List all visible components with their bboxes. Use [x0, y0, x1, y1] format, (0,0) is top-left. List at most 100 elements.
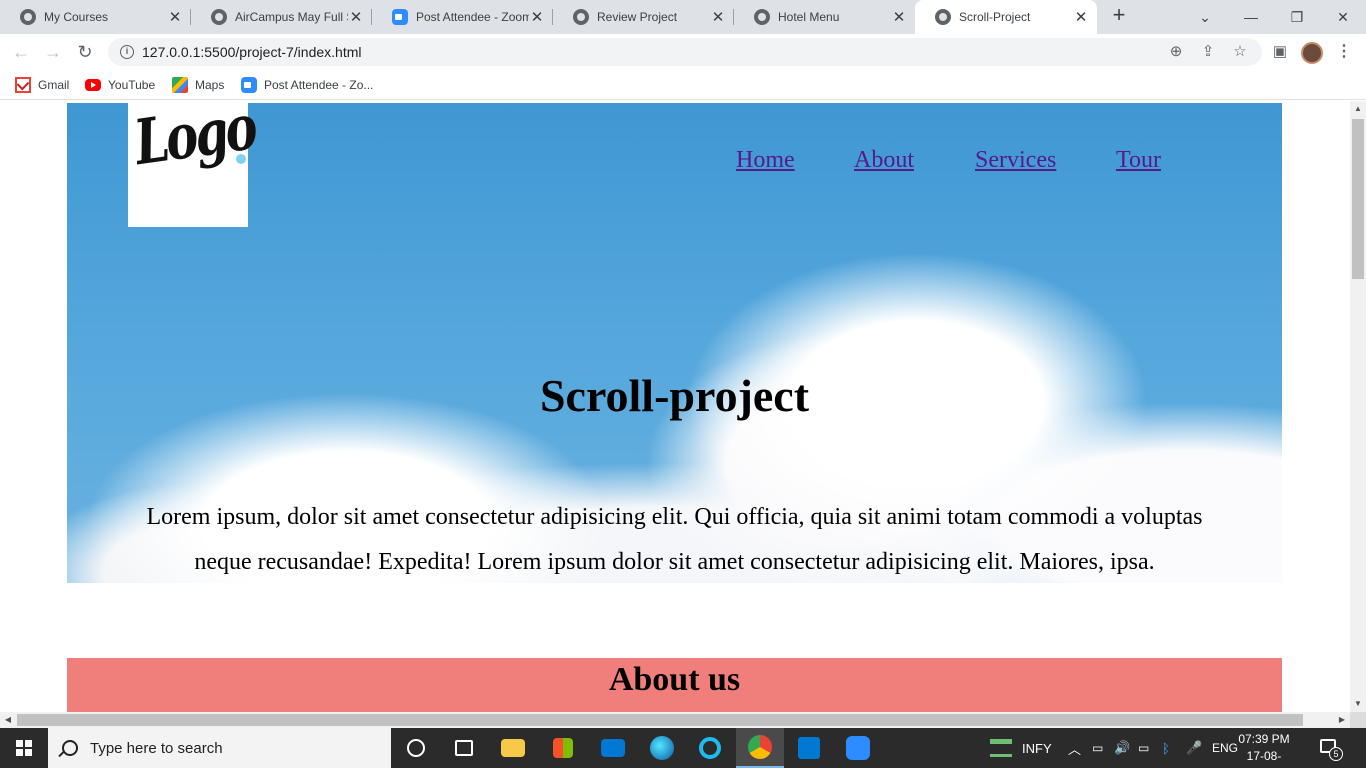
scroll-up-arrow-icon[interactable]: ▲ [1350, 101, 1366, 117]
edge-icon[interactable] [638, 728, 686, 768]
windows-logo-icon [16, 740, 32, 756]
close-icon[interactable]: ✕ [1073, 8, 1089, 26]
meet-now-icon[interactable]: ▭ [1092, 728, 1103, 768]
notification-center-icon[interactable]: 5 [1318, 736, 1343, 761]
taskbar-search-box[interactable]: Type here to search [48, 728, 391, 768]
close-icon[interactable]: ✕ [891, 8, 907, 26]
horizontal-scrollbar[interactable]: ◀ ▶ [0, 712, 1350, 728]
back-button[interactable]: ← [9, 40, 33, 64]
zoom-icon [241, 77, 257, 93]
bookmark-label: Post Attendee - Zo... [264, 78, 374, 92]
tab-strip: My Courses ✕ AirCampus May Full St ✕ Pos… [0, 0, 1366, 34]
tab-search-icon[interactable]: ⌄ [1182, 0, 1228, 34]
scroll-right-arrow-icon[interactable]: ▶ [1334, 712, 1350, 728]
chrome-icon[interactable] [736, 728, 784, 768]
bookmark-youtube[interactable]: YouTube [85, 76, 155, 94]
bookmark-post-attendee-zoom[interactable]: Post Attendee - Zo... [241, 76, 373, 94]
globe-icon [20, 9, 36, 25]
store-icon[interactable] [539, 728, 587, 768]
forward-button[interactable]: → [41, 40, 65, 64]
address-bar[interactable]: i 127.0.0.1:5500/project-7/index.html [108, 38, 1262, 66]
maps-icon [172, 77, 188, 93]
search-placeholder: Type here to search [90, 739, 223, 757]
new-tab-button[interactable]: + [1108, 4, 1130, 27]
bookmark-maps[interactable]: Maps [172, 76, 224, 94]
close-icon[interactable]: ✕ [167, 8, 183, 26]
about-section: About us [67, 658, 1282, 712]
tab-review-project[interactable]: Review Project ✕ [553, 0, 734, 34]
mail-icon[interactable] [589, 728, 637, 768]
close-icon[interactable]: ✕ [348, 8, 364, 26]
nav-link-services[interactable]: Services [975, 147, 1056, 174]
close-icon[interactable]: ✕ [710, 8, 726, 26]
start-button[interactable] [0, 728, 48, 768]
globe-icon [935, 9, 951, 25]
clock-date: 17-08-2022 [1246, 749, 1282, 780]
tab-aircampus[interactable]: AirCampus May Full St ✕ [191, 0, 372, 34]
nav-link-tour[interactable]: Tour [1116, 147, 1161, 174]
bookmark-label: Maps [195, 78, 225, 92]
hero-title: Scroll-project [539, 370, 810, 421]
file-explorer-icon[interactable] [489, 728, 537, 768]
volume-icon[interactable]: 🔊 [1114, 728, 1130, 768]
scroll-left-arrow-icon[interactable]: ◀ [0, 712, 16, 728]
tab-title: Scroll-Project [959, 10, 1031, 24]
bookmark-label: Gmail [38, 78, 70, 92]
youtube-icon [85, 79, 101, 91]
minimize-button[interactable]: — [1228, 0, 1274, 34]
tab-post-attendee-zoom[interactable]: Post Attendee - Zoom ✕ [372, 0, 553, 34]
nav-link-about[interactable]: About [854, 147, 914, 174]
horizontal-scroll-thumb[interactable] [17, 714, 1303, 726]
logo-dot [236, 154, 246, 164]
side-panel-icon[interactable]: ▣ [1270, 42, 1290, 62]
search-icon [62, 740, 78, 756]
tab-title: My Courses [44, 10, 109, 24]
vscode-icon[interactable] [785, 728, 833, 768]
reload-button[interactable]: ↻ [73, 40, 97, 64]
nav-link-home[interactable]: Home [736, 147, 795, 174]
gmail-icon [15, 77, 31, 93]
close-window-button[interactable]: ✕ [1320, 0, 1366, 34]
profile-avatar[interactable] [1301, 42, 1323, 64]
tab-title: Hotel Menu [778, 10, 840, 24]
ie-icon[interactable] [686, 728, 734, 768]
show-hidden-icons-icon[interactable]: ︿ [1068, 728, 1081, 768]
cortana-icon[interactable] [392, 728, 440, 768]
clock-time: 07:39 PM [1238, 732, 1290, 746]
browser-toolbar: ← → ↻ i 127.0.0.1:5500/project-7/index.h… [0, 34, 1366, 70]
hero-paragraph: Lorem ipsum, dolor sit amet consectetur … [146, 504, 1203, 575]
notification-count-badge: 5 [1329, 747, 1343, 761]
tab-my-courses[interactable]: My Courses ✕ [0, 0, 191, 34]
share-icon[interactable]: ⇪ [1198, 42, 1218, 62]
tab-hotel-menu[interactable]: Hotel Menu ✕ [734, 0, 915, 34]
battery-icon[interactable]: ▭ [1138, 728, 1149, 768]
vertical-scroll-thumb[interactable] [1352, 119, 1364, 279]
bluetooth-icon[interactable]: ᛒ [1162, 728, 1170, 768]
globe-icon [573, 9, 589, 25]
zoom-icon[interactable] [834, 728, 882, 768]
scroll-down-arrow-icon[interactable]: ▼ [1350, 696, 1366, 712]
close-icon[interactable]: ✕ [529, 8, 545, 26]
url-text: 127.0.0.1:5500/project-7/index.html [142, 44, 362, 60]
bookmark-star-icon[interactable]: ☆ [1230, 42, 1250, 62]
stock-widget[interactable]: INFY [990, 728, 1052, 768]
stock-label: INFY [1022, 740, 1052, 756]
page-viewport: Logo Home About Services Tour Scroll-pro… [0, 101, 1350, 712]
globe-icon [754, 9, 770, 25]
zoom-magnifier-icon[interactable]: ⊕ [1166, 42, 1186, 62]
about-title: About us [608, 661, 741, 698]
bookmark-gmail[interactable]: Gmail [15, 76, 69, 94]
windows-taskbar: Type here to search INFY ︿ ▭ 🔊 ▭ ᛒ 🎤 ENG [0, 728, 1366, 780]
restore-button[interactable]: ❐ [1274, 0, 1320, 34]
hero-section: Logo Home About Services Tour Scroll-pro… [67, 103, 1282, 583]
tab-scroll-project[interactable]: Scroll-Project ✕ [915, 0, 1097, 34]
logo-text: Logo [130, 103, 259, 180]
task-view-icon[interactable] [440, 728, 488, 768]
vertical-scrollbar[interactable]: ▲ ▼ [1350, 101, 1366, 712]
site-info-icon[interactable]: i [120, 45, 134, 59]
bank-icon [990, 739, 1012, 757]
microphone-icon[interactable]: 🎤 [1186, 728, 1202, 768]
logo[interactable]: Logo [128, 103, 259, 227]
more-menu-icon[interactable]: ⋮ [1336, 42, 1352, 62]
clock[interactable]: 07:39 PM 17-08-2022 [1234, 731, 1294, 782]
